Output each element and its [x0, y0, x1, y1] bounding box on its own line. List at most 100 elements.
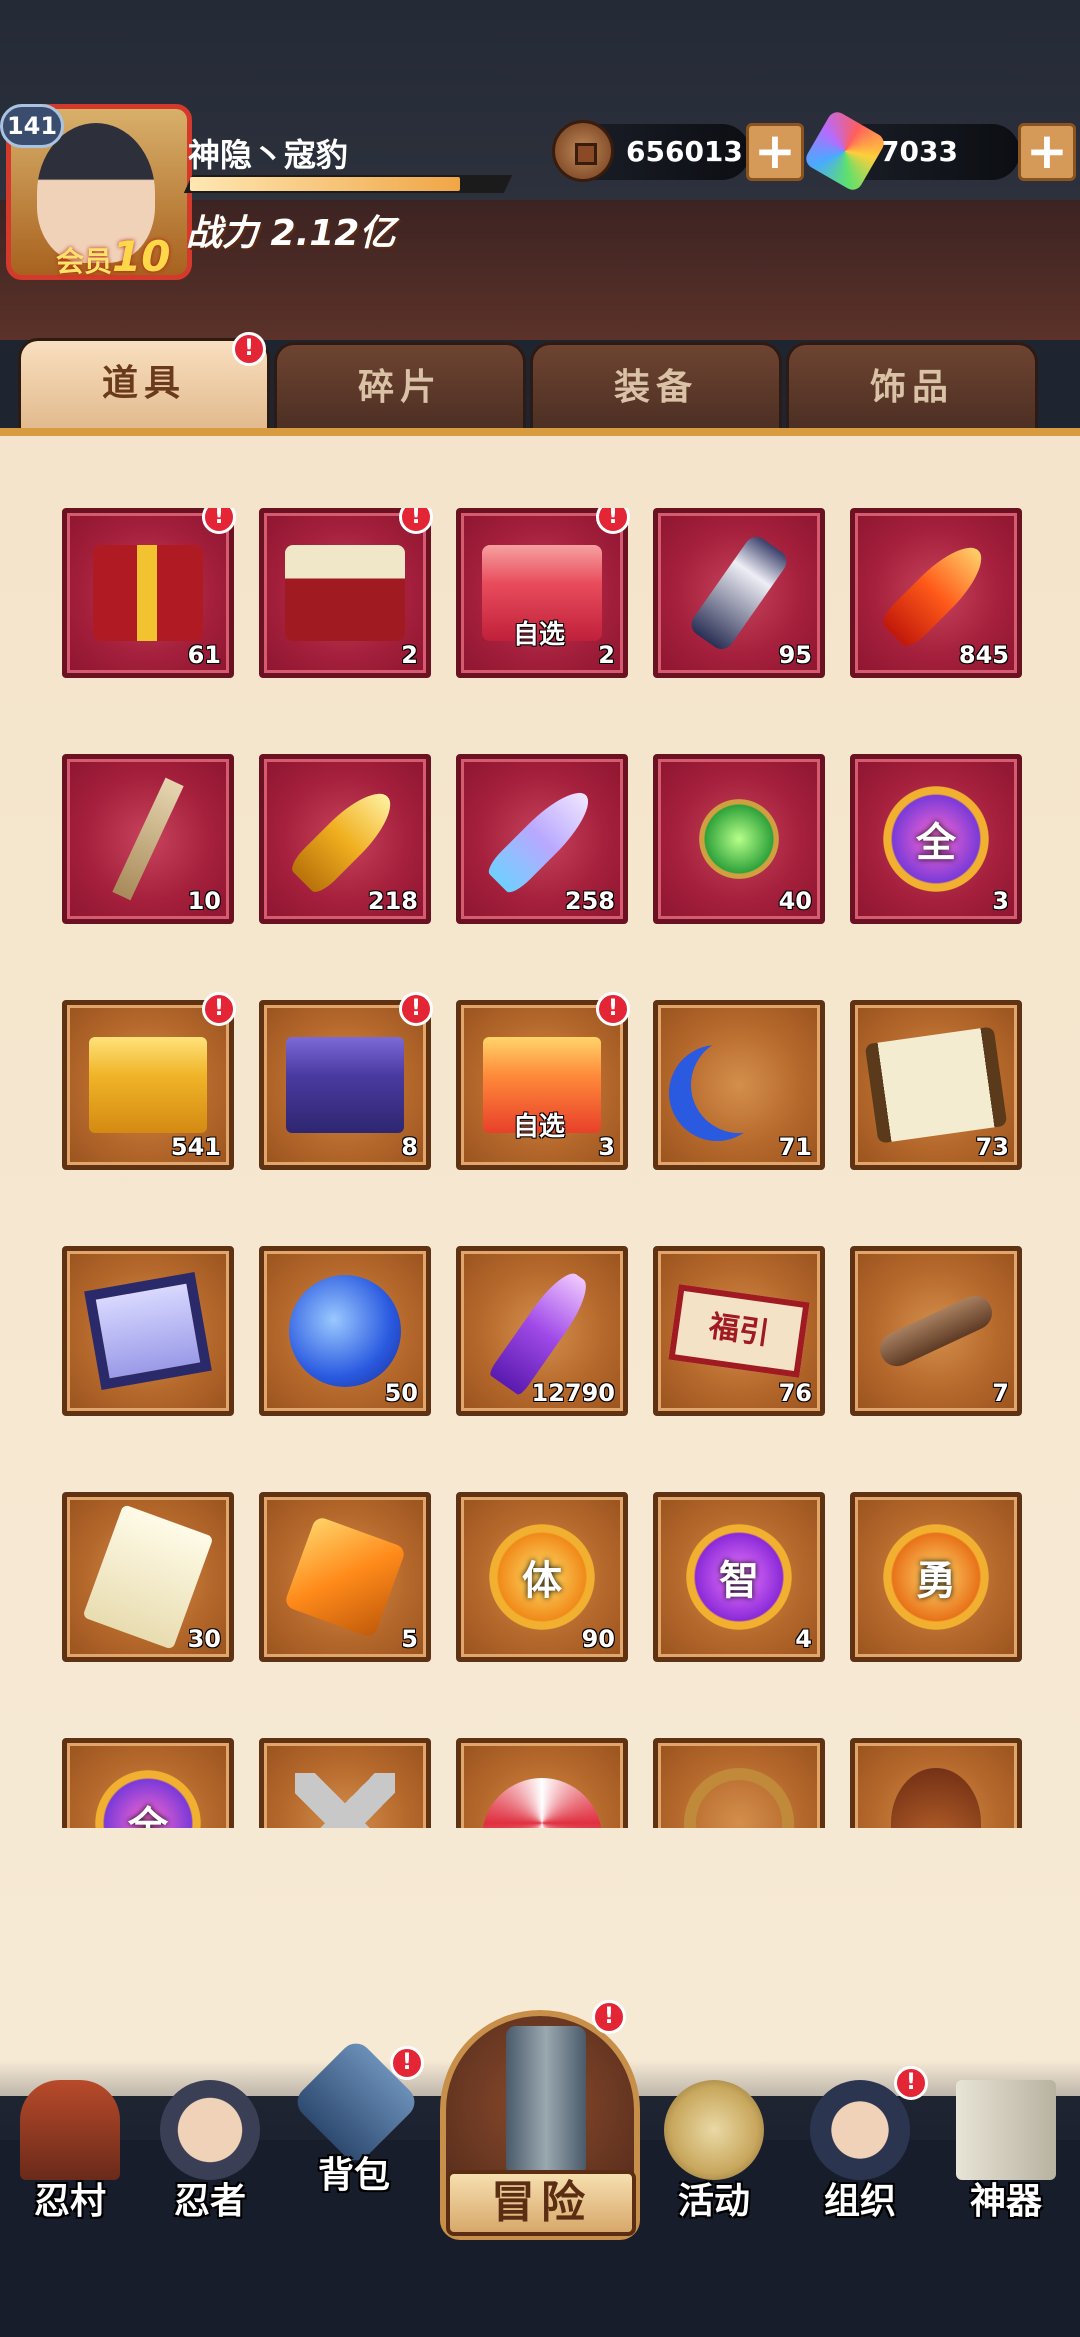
coin-amount: 656013: [626, 135, 743, 168]
player-name: 神隐丶寇豹: [188, 136, 349, 174]
inventory-item[interactable]: 自选 2: [456, 508, 628, 678]
gourd-icon: [891, 1768, 981, 1828]
inventory-item[interactable]: 自选 3: [456, 1000, 628, 1170]
ninja-icon: [160, 2080, 260, 2180]
item-count: 5: [401, 1625, 418, 1653]
gem-amount: 7033: [880, 135, 958, 168]
item-glyph: 全: [916, 820, 956, 866]
inventory-item[interactable]: 61: [62, 508, 234, 678]
optional-select-tag: 自选: [513, 1112, 566, 1142]
inventory-item[interactable]: 845: [850, 508, 1022, 678]
inventory-item[interactable]: 50: [259, 1246, 431, 1416]
inventory-item[interactable]: 7: [850, 1246, 1022, 1416]
item-icon-wrap: [855, 1743, 1017, 1828]
copper-coin-icon: [552, 120, 614, 182]
item-count: 71: [778, 1133, 812, 1161]
tab-items-alert-badge: !: [232, 332, 266, 366]
inventory-item[interactable]: 全: [62, 1738, 234, 1828]
nav-adventure-label[interactable]: 冒险: [446, 2170, 636, 2236]
inventory-item[interactable]: 8: [259, 1000, 431, 1170]
combat-power: 战力 2.12亿: [186, 213, 396, 254]
inventory-item[interactable]: 体 90: [456, 1492, 628, 1662]
item-glyph: 福引: [706, 1309, 772, 1353]
item-glyph: 勇: [916, 1558, 956, 1604]
artifact-book-icon: [956, 2080, 1056, 2180]
nav-backpack[interactable]: 背包 !: [284, 2036, 424, 2210]
inventory-item[interactable]: 30: [62, 1492, 234, 1662]
rope-icon: [684, 1768, 794, 1828]
inventory-item[interactable]: [850, 1738, 1022, 1828]
purple-crystal-icon: [487, 1265, 597, 1397]
nav-village[interactable]: 忍村: [0, 2080, 140, 2240]
item-icon-wrap: 全: [67, 1743, 229, 1828]
drum-icon: [664, 2080, 764, 2180]
nav-events[interactable]: 活动: [644, 2080, 784, 2240]
gold-box-icon: [89, 1037, 207, 1133]
tab-equipment[interactable]: 装备: [530, 342, 782, 428]
tab-underline: [0, 428, 1080, 436]
nav-village-label: 忍村: [33, 2181, 106, 2222]
nav-organization[interactable]: 组织 !: [790, 2066, 930, 2240]
inventory-item[interactable]: 95: [653, 508, 825, 678]
inventory-item[interactable]: 73: [850, 1000, 1022, 1170]
inventory-item[interactable]: 2: [259, 508, 431, 678]
village-gate-icon: [20, 2080, 120, 2180]
nav-ninja-label: 忍者: [173, 2181, 246, 2222]
inventory-item[interactable]: [653, 1738, 825, 1828]
inventory-item[interactable]: [456, 1738, 628, 1828]
inventory-item[interactable]: 218: [259, 754, 431, 924]
vip-label: 会员: [56, 245, 113, 278]
bag-tabs: 道具 碎片 装备 饰品 !: [0, 332, 1080, 434]
tab-accessories[interactable]: 饰品: [786, 342, 1038, 428]
item-icon-wrap: [67, 1251, 229, 1411]
item-count: 95: [778, 641, 812, 669]
inventory-item[interactable]: 10: [62, 754, 234, 924]
gift-box-icon: [93, 545, 203, 641]
inventory-grid: 61! 2! 自选 2! 95 845 10 218 258 40 全 3 541! 8! 自选 3! 71 73…: [62, 508, 1022, 1828]
nav-adventure-alert-badge: !: [592, 2000, 626, 2034]
inventory-item[interactable]: 全3: [850, 754, 1022, 924]
nav-organization-label: 组织: [823, 2181, 896, 2222]
adventure-scroll-icon: [506, 2026, 586, 2176]
jade-pendant-icon: [699, 799, 779, 879]
stick-icon: [112, 777, 184, 901]
lucky-banner-icon: 福引: [668, 1284, 810, 1378]
item-count: 8: [401, 1133, 418, 1161]
inventory-item[interactable]: 258: [456, 754, 628, 924]
orb-wisdom-icon: 智: [683, 1521, 795, 1633]
inventory-item[interactable]: 勇: [850, 1492, 1022, 1662]
inventory-item[interactable]: [62, 1246, 234, 1416]
item-count: 12790: [531, 1379, 616, 1407]
inventory-item[interactable]: 5: [259, 1492, 431, 1662]
item-count: 90: [581, 1625, 615, 1653]
item-icon-wrap: [658, 1743, 820, 1828]
item-glyph: 体: [522, 1558, 562, 1604]
item-icon-wrap: [264, 1743, 426, 1828]
treasure-chest-icon: [285, 545, 405, 641]
item-glyph: 智: [719, 1558, 759, 1604]
inventory-item[interactable]: 40: [653, 754, 825, 924]
purple-box-icon: [286, 1037, 404, 1133]
inventory-item[interactable]: [259, 1738, 431, 1828]
item-count: 258: [564, 887, 615, 915]
blue-feather-icon: [484, 781, 600, 897]
nav-backpack-alert-badge: !: [390, 2046, 424, 2080]
nav-artifact[interactable]: 神器: [936, 2080, 1076, 2240]
inventory-item[interactable]: 智4: [653, 1492, 825, 1662]
nav-artifact-label: 神器: [969, 2181, 1042, 2222]
nav-ninja[interactable]: 忍者: [140, 2080, 280, 2240]
tab-fragments[interactable]: 碎片: [274, 342, 526, 428]
add-gems-button[interactable]: +: [1018, 123, 1076, 181]
inventory-item[interactable]: 12790: [456, 1246, 628, 1416]
item-count: 30: [187, 1625, 221, 1653]
vip-badge: 会员10: [56, 232, 170, 281]
inventory-item[interactable]: 541: [62, 1000, 234, 1170]
inventory-item[interactable]: 福引 76: [653, 1246, 825, 1416]
blue-flag-icon: [84, 1272, 212, 1390]
add-coins-button[interactable]: +: [746, 123, 804, 181]
inventory-item[interactable]: 71: [653, 1000, 825, 1170]
item-count: 10: [187, 887, 221, 915]
scroll-icon: [686, 532, 792, 654]
gold-feather-icon: [287, 781, 403, 897]
item-count: 4: [795, 1625, 812, 1653]
